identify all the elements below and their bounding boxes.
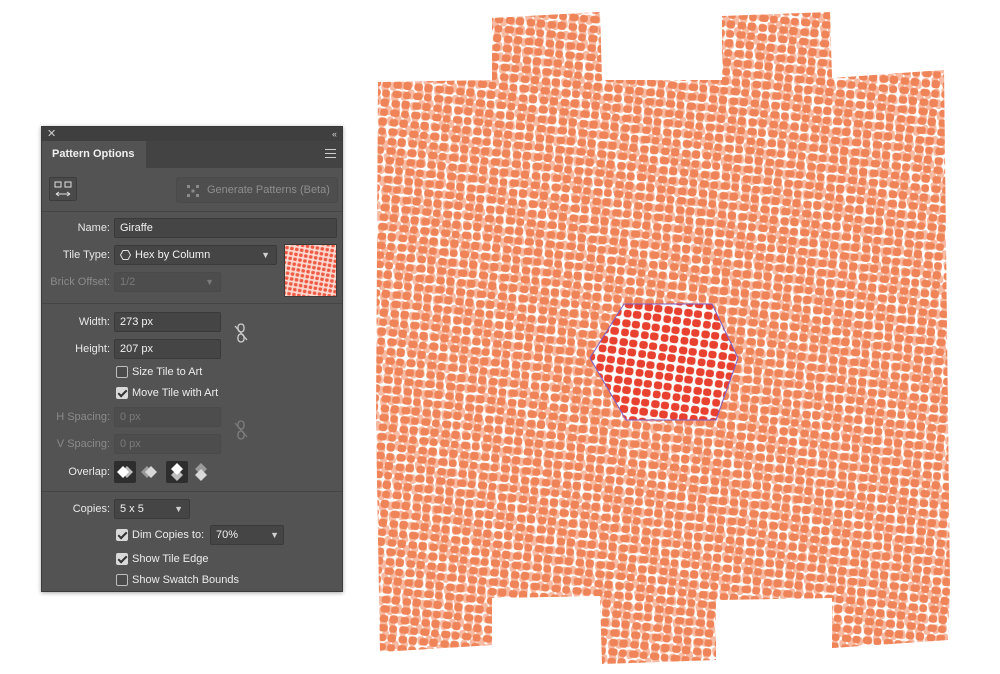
diamond-top-front-icon bbox=[171, 463, 183, 481]
chevron-down-icon: ▼ bbox=[261, 250, 270, 260]
divider bbox=[42, 303, 342, 304]
link-icon[interactable] bbox=[234, 420, 248, 440]
tile-edit-tool-icon bbox=[54, 181, 72, 197]
copies-value: 5 x 5 bbox=[120, 503, 144, 515]
show-tile-edge-checkbox[interactable] bbox=[116, 553, 128, 565]
divider bbox=[42, 211, 342, 212]
link-icon[interactable] bbox=[234, 323, 248, 343]
chevron-down-icon: ▼ bbox=[205, 277, 214, 287]
tile-type-dropdown[interactable]: Hex by Column ▼ bbox=[114, 245, 277, 265]
brick-offset-value: 1/2 bbox=[120, 276, 136, 288]
chevron-down-icon[interactable]: ▼ bbox=[270, 526, 279, 544]
close-icon[interactable]: ✕ bbox=[47, 127, 56, 141]
overlap-label: Overlap: bbox=[68, 466, 110, 478]
h-spacing-label: H Spacing: bbox=[56, 411, 110, 423]
generate-patterns-label: Generate Patterns (Beta) bbox=[207, 184, 330, 196]
tab-pattern-options[interactable]: Pattern Options bbox=[42, 141, 146, 168]
dim-copies-label: Dim Copies to: bbox=[132, 529, 205, 541]
dim-copies-value: 70% bbox=[216, 529, 239, 541]
overlap-top-in-front-button[interactable] bbox=[166, 461, 188, 483]
h-spacing-input[interactable]: 0 px bbox=[114, 407, 221, 427]
name-input[interactable]: Giraffe bbox=[114, 218, 337, 238]
overlap-left-in-front-button[interactable] bbox=[114, 461, 136, 483]
hexagon-icon bbox=[120, 250, 131, 260]
show-tile-edge-label: Show Tile Edge bbox=[132, 553, 209, 565]
diamond-right-front-icon bbox=[141, 466, 157, 478]
show-swatch-bounds-checkbox[interactable] bbox=[116, 574, 128, 586]
pattern-swatch-preview bbox=[284, 244, 337, 297]
v-spacing-label: V Spacing: bbox=[56, 438, 110, 450]
chevron-down-icon: ▼ bbox=[174, 504, 183, 514]
collapse-icon[interactable]: ‹‹ bbox=[332, 127, 337, 141]
tile-type-label: Tile Type: bbox=[62, 249, 110, 261]
diamond-left-front-icon bbox=[117, 466, 133, 478]
divider bbox=[42, 491, 342, 492]
show-swatch-bounds-label: Show Swatch Bounds bbox=[132, 574, 240, 586]
move-tile-with-art-checkbox[interactable] bbox=[116, 387, 128, 399]
width-input[interactable]: 273 px bbox=[114, 312, 221, 332]
copies-label: Copies: bbox=[72, 503, 110, 515]
v-spacing-input[interactable]: 0 px bbox=[114, 434, 221, 454]
brick-offset-label: Brick Offset: bbox=[50, 276, 110, 288]
size-tile-to-art-label: Size Tile to Art bbox=[132, 366, 203, 378]
generate-patterns-button[interactable]: Generate Patterns (Beta) bbox=[176, 177, 338, 203]
panel-tab-row: Pattern Options bbox=[42, 141, 342, 168]
dim-copies-input[interactable]: 70% ▼ bbox=[210, 525, 284, 545]
height-input[interactable]: 207 px bbox=[114, 339, 221, 359]
copies-dropdown[interactable]: 5 x 5 ▼ bbox=[114, 499, 190, 519]
name-label: Name: bbox=[77, 222, 110, 234]
height-label: Height: bbox=[75, 343, 110, 355]
width-label: Width: bbox=[78, 316, 110, 328]
generate-patterns-icon bbox=[187, 185, 199, 197]
diamond-bottom-front-icon bbox=[195, 463, 207, 481]
overlap-bottom-in-front-button[interactable] bbox=[190, 461, 212, 483]
size-tile-to-art-checkbox[interactable] bbox=[116, 366, 128, 378]
tile-type-value: Hex by Column bbox=[135, 249, 211, 261]
pattern-options-panel: ✕ ‹‹ Pattern Options Generate Patterns (… bbox=[41, 126, 343, 592]
dim-copies-checkbox[interactable] bbox=[116, 529, 128, 541]
panel-titlebar[interactable]: ✕ ‹‹ bbox=[42, 127, 342, 141]
tile-edit-tool-button[interactable] bbox=[49, 177, 77, 201]
move-tile-with-art-label: Move Tile with Art bbox=[132, 387, 219, 399]
overlap-right-in-front-button[interactable] bbox=[138, 461, 160, 483]
brick-offset-dropdown[interactable]: 1/2 ▼ bbox=[114, 272, 221, 292]
hamburger-menu-icon[interactable] bbox=[325, 149, 336, 158]
